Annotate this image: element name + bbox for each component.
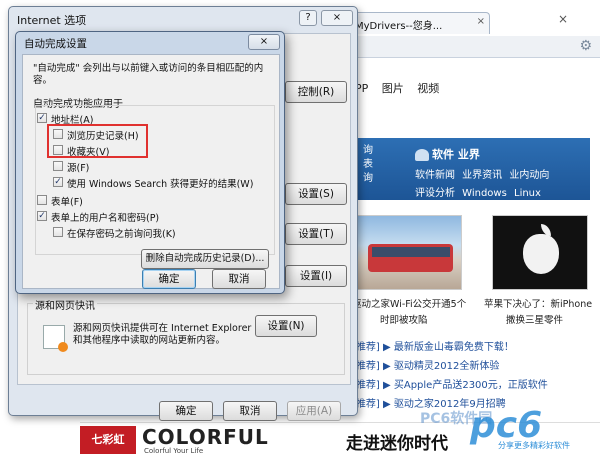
band-links-row[interactable]: 评设分析 Windows Linux: [415, 184, 549, 199]
controls-button[interactable]: 控制(R): [285, 81, 347, 103]
band-right-column: 软件 业界 软件新闻 业界资讯 业内动向 评设分析 Windows Linux: [415, 146, 549, 202]
colorful-logo: 七彩虹: [80, 426, 136, 454]
ad-slogan: 走进迷你时代: [346, 434, 448, 454]
address-bar-checkbox[interactable]: ✓: [37, 113, 47, 123]
news-text: ▶ 买Apple产品送2300元，正版软件: [383, 380, 548, 391]
feeds-description: 源和网页快讯提供可在 Internet Explorer 和其他程序中读取的网站…: [73, 323, 252, 346]
forms-checkbox[interactable]: [37, 195, 47, 205]
feeds-checkbox[interactable]: [53, 161, 63, 171]
autocomplete-settings-dialog: 自动完成设置 × "自动完成" 会列出与以前键入或访问的条目相匹配的内容。 自动…: [15, 31, 285, 294]
band-title-text: 软件 业界: [432, 148, 480, 161]
apple-photo[interactable]: [492, 215, 588, 290]
window-close-icon[interactable]: ×: [548, 12, 578, 32]
windows-search-checkbox[interactable]: ✓: [53, 177, 63, 187]
cancel-button[interactable]: 取消: [212, 269, 266, 289]
usernames-passwords-checkbox[interactable]: ✓: [37, 211, 47, 221]
close-icon[interactable]: ×: [248, 34, 280, 50]
bus-photo[interactable]: [357, 215, 462, 290]
checkbox-label: 表单上的用户名和密码(P): [51, 213, 160, 224]
highlight-box: [47, 124, 148, 158]
checkbox-label: 在保存密码之前询问我(K): [67, 229, 176, 240]
apple-caption[interactable]: 苹果下决心了：新iPhone: [484, 296, 592, 310]
cancel-button[interactable]: 取消: [223, 401, 277, 421]
list-item[interactable]: [推荐] ▶ 买Apple产品送2300元，正版软件: [352, 376, 592, 395]
help-icon[interactable]: ?: [299, 10, 317, 26]
bus-caption-sub[interactable]: 时即被攻陷: [380, 312, 428, 326]
list-item[interactable]: [推荐] ▶ 驱动精灵2012全新体验: [352, 357, 592, 376]
bus-window-shape: [372, 247, 450, 257]
apple-logo-icon: [523, 234, 559, 274]
list-item[interactable]: [推荐] ▶ 最新版金山毒霸免费下载！: [352, 338, 592, 357]
feeds-settings-button[interactable]: 设置(N): [255, 315, 317, 337]
settings-button-3[interactable]: 设置(I): [285, 265, 347, 287]
ad-brand-subtext: Colorful Your Life: [144, 447, 204, 455]
ad-brand-text: COLORFUL: [142, 425, 269, 449]
apply-button[interactable]: 应用(A): [287, 401, 341, 421]
people-icon: [415, 149, 429, 161]
gear-icon[interactable]: ⚙: [579, 38, 592, 54]
dialog-title: Internet 选项: [17, 14, 87, 27]
autocomplete-description: "自动完成" 会列出与以前键入或访问的条目相匹配的内容。: [33, 63, 264, 86]
news-text: ▶ 驱动精灵2012全新体验: [383, 361, 500, 372]
close-icon[interactable]: ×: [321, 10, 353, 26]
ok-button[interactable]: 确定: [142, 269, 196, 289]
feeds-group-title: 源和网页快讯: [33, 297, 97, 312]
apple-caption-sub[interactable]: 撒换三星零件: [506, 312, 563, 326]
checkbox-label: 源(F): [67, 163, 90, 174]
settings-button-2[interactable]: 设置(T): [285, 223, 347, 245]
ok-button[interactable]: 确定: [159, 401, 213, 421]
checkbox-label: 表单(F): [51, 197, 83, 208]
feeds-rss-icon: [43, 325, 68, 352]
news-list: [推荐] ▶ 最新版金山毒霸免费下载！ [推荐] ▶ 驱动精灵2012全新体验 …: [352, 338, 592, 414]
watermark-subtext: 分享更多精彩好软件: [498, 441, 570, 450]
software-section-band: 询 表 询 软件 业界 软件新闻 业界资讯 业内动向 评设分析 Windows …: [355, 138, 590, 200]
site-nav: PP 图片 视频: [355, 80, 449, 96]
nav-link-images[interactable]: 图片: [382, 82, 404, 95]
news-text: ▶ 最新版金山毒霸免费下载！: [383, 342, 514, 353]
dialog-title: 自动完成设置: [24, 38, 87, 50]
band-title[interactable]: 软件 业界: [415, 146, 549, 162]
dialog-body: "自动完成" 会列出与以前键入或访问的条目相匹配的内容。 自动完成功能应用于 ✓…: [22, 54, 280, 289]
checkbox-label: 使用 Windows Search 获得更好的结果(W): [67, 179, 254, 190]
tab-close-icon[interactable]: ×: [477, 16, 485, 27]
ask-before-saving-checkbox[interactable]: [53, 227, 63, 237]
nav-link-videos[interactable]: 视频: [417, 82, 439, 95]
band-links-row[interactable]: 软件新闻 业界资讯 业内动向: [415, 166, 549, 181]
delete-autocomplete-history-button[interactable]: 删除自动完成历史记录(D)...: [141, 249, 269, 269]
settings-button-1[interactable]: 设置(S): [285, 183, 347, 205]
bus-caption[interactable]: 驱动之家Wi-Fi公交开通5个: [352, 296, 466, 310]
